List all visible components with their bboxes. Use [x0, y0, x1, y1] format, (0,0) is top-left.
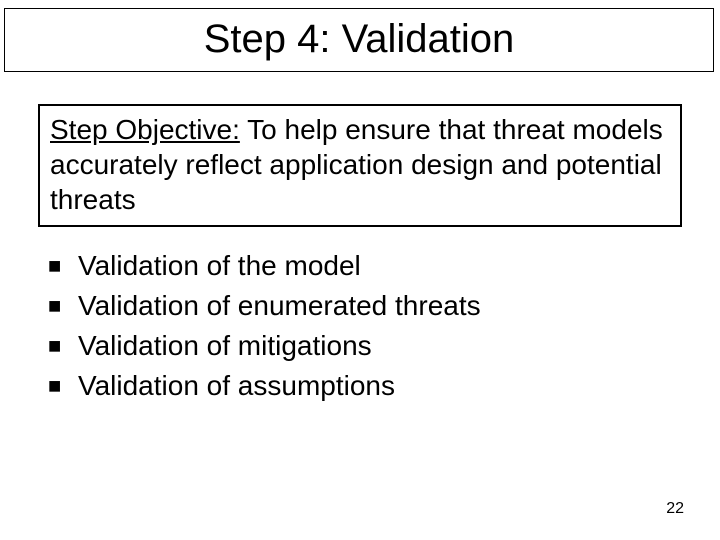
objective-label: Step Objective: — [50, 114, 240, 145]
bullet-text: Validation of the model — [78, 248, 361, 284]
list-item: ■ Validation of assumptions — [48, 368, 668, 404]
bullet-text: Validation of enumerated threats — [78, 288, 481, 324]
slide-title: Step 4: Validation — [204, 17, 515, 61]
bullet-list: ■ Validation of the model ■ Validation o… — [48, 248, 668, 408]
bullet-icon: ■ — [48, 288, 78, 324]
slide: Step 4: Validation Step Objective: To he… — [0, 0, 720, 540]
bullet-icon: ■ — [48, 328, 78, 364]
list-item: ■ Validation of mitigations — [48, 328, 668, 364]
bullet-text: Validation of assumptions — [78, 368, 395, 404]
objective-box: Step Objective: To help ensure that thre… — [38, 104, 682, 227]
bullet-icon: ■ — [48, 368, 78, 404]
bullet-icon: ■ — [48, 248, 78, 284]
list-item: ■ Validation of the model — [48, 248, 668, 284]
list-item: ■ Validation of enumerated threats — [48, 288, 668, 324]
bullet-text: Validation of mitigations — [78, 328, 372, 364]
page-number: 22 — [666, 500, 684, 518]
title-bar: Step 4: Validation — [4, 8, 714, 72]
